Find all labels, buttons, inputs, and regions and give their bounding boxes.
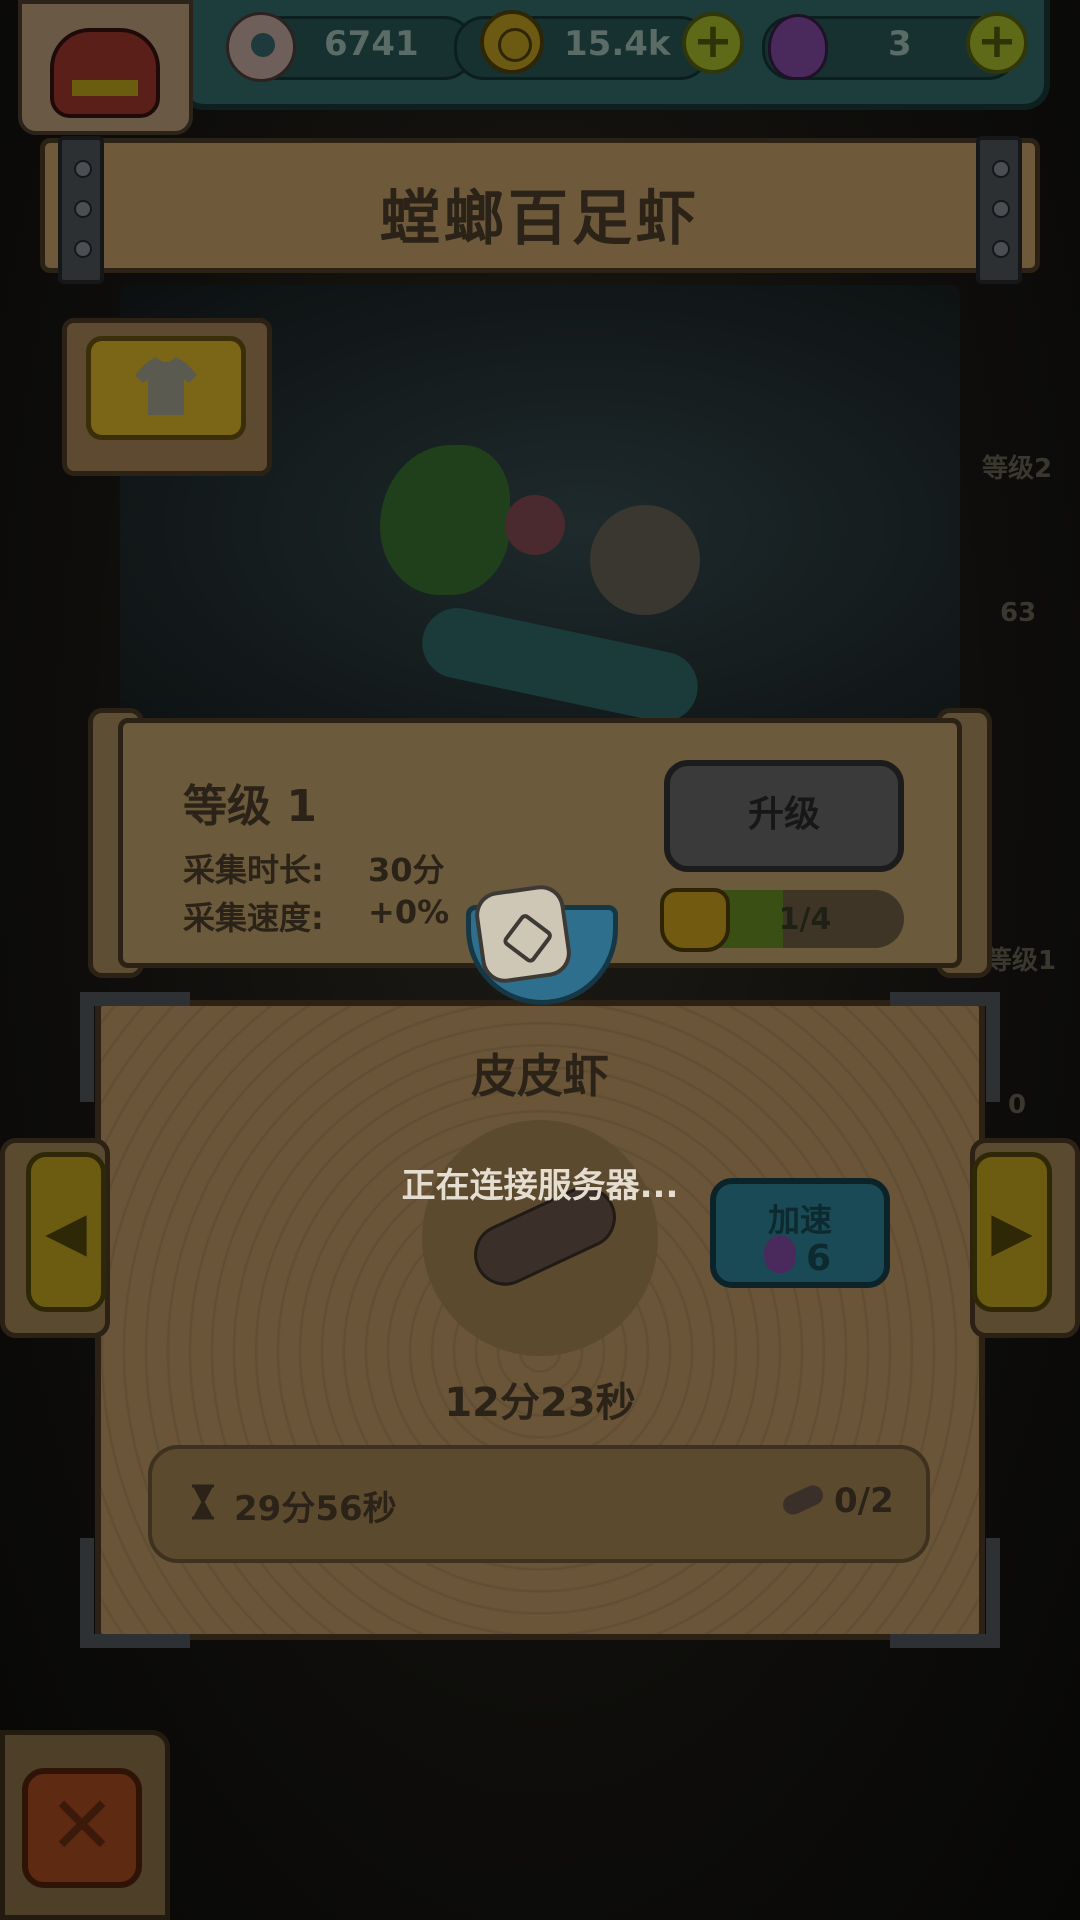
speed-value: +0%: [368, 893, 450, 931]
add-potions-button[interactable]: +: [966, 12, 1028, 74]
collect-timer: 12分23秒: [444, 1380, 636, 1426]
mantis-eye: [505, 495, 565, 555]
creature-title: 螳螂百足虾: [380, 184, 700, 254]
item-name: 皮皮虾: [471, 1049, 609, 1103]
centipede-body: [415, 601, 705, 729]
monster-face-icon: [50, 28, 160, 118]
speed-label: 采集速度:: [183, 899, 324, 937]
potion-cost-icon: [764, 1235, 796, 1273]
coin-icon: [480, 10, 544, 74]
total-time: 29分56秒: [234, 1489, 397, 1529]
monster-token-icon: [660, 888, 730, 952]
side-zero-label: 0: [1008, 1090, 1027, 1120]
hourglass-icon: [192, 1484, 214, 1520]
duration-value: 30分: [368, 851, 445, 889]
shirt-icon: [135, 357, 197, 415]
potion-icon: [768, 14, 828, 80]
skin-button[interactable]: [86, 336, 246, 440]
upgrade-button[interactable]: 升级: [664, 760, 904, 872]
upgrade-progress-text: 1/4: [778, 902, 832, 937]
eyes-count: 6741: [324, 24, 419, 64]
speed-up-label: 加速: [767, 1201, 832, 1239]
dice-icon: [472, 882, 574, 986]
background-creature: [590, 505, 700, 615]
speed-up-cost: 6: [806, 1238, 832, 1279]
server-status-text: 正在连接服务器...: [401, 1166, 679, 1206]
next-button[interactable]: ▶: [972, 1152, 1052, 1312]
eyeball-icon: [226, 12, 296, 82]
collected-count: 0/2: [834, 1481, 894, 1521]
side-count-label: 63: [1000, 598, 1037, 628]
resource-bar: 6741 15.4k + 3 +: [178, 0, 1050, 110]
duration-label: 采集时长:: [183, 851, 324, 889]
side-level1-label: 等级1: [986, 946, 1057, 976]
side-level2-label: 等级2: [982, 454, 1053, 484]
coins-count: 15.4k: [564, 24, 671, 64]
player-avatar[interactable]: [18, 0, 193, 135]
previous-button[interactable]: ◀: [26, 1152, 106, 1312]
level-label: 等级 1: [183, 781, 317, 832]
potions-count: 3: [888, 24, 912, 64]
close-button[interactable]: ✕: [22, 1768, 142, 1888]
add-coins-button[interactable]: +: [682, 12, 744, 74]
mantis-shrimp-sprite: [380, 445, 510, 595]
